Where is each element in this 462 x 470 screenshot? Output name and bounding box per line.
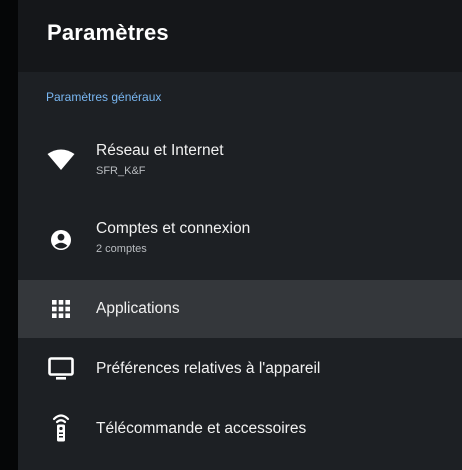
menu-item-network[interactable]: Réseau et Internet SFR_K&F [18,128,462,192]
menu-item-title: Réseau et Internet [96,142,224,159]
menu-item-title: Applications [96,300,180,317]
account-icon [46,225,76,255]
menu-item-accounts[interactable]: Comptes et connexion 2 comptes [18,206,462,270]
header: Paramètres [18,0,462,72]
section-label-general: Paramètres généraux [46,90,162,104]
menu-item-title: Comptes et connexion [96,220,251,237]
page-title: Paramètres [47,20,169,45]
apps-grid-icon [46,294,76,324]
menu-item-applications[interactable]: Applications [18,280,462,338]
menu-item-device-preferences[interactable]: Préférences relatives à l'appareil [18,342,462,396]
menu-item-title: Télécommande et accessoires [96,420,307,437]
left-edge [0,0,18,470]
settings-screen: Paramètres Paramètres généraux Réseau et… [0,0,462,470]
wifi-icon [46,145,76,175]
menu-item-subtitle: 2 comptes [96,243,147,255]
remote-icon [46,412,76,442]
menu-item-title: Préférences relatives à l'appareil [96,360,321,377]
tv-monitor-icon [46,354,76,384]
menu-item-remote-accessories[interactable]: Télécommande et accessoires [18,400,462,458]
menu-item-subtitle: SFR_K&F [96,165,146,177]
